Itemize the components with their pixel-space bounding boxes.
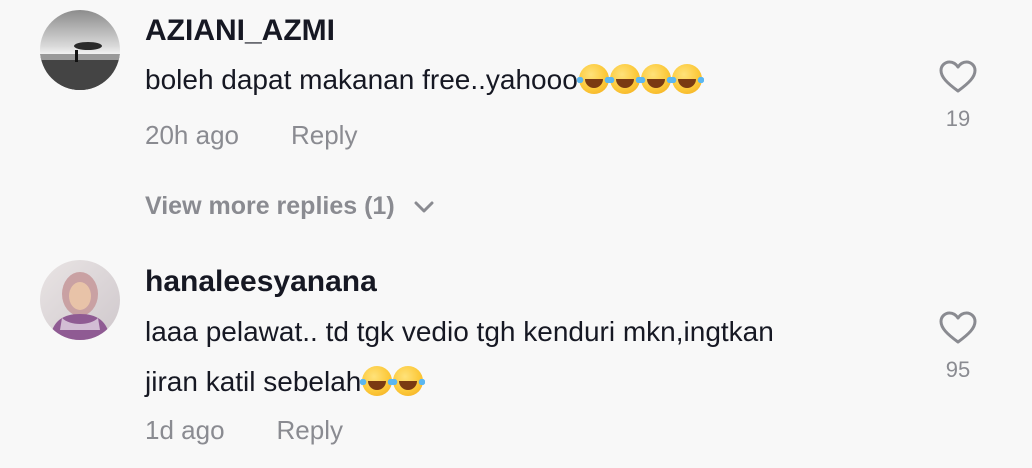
heart-outline-icon[interactable] xyxy=(939,311,977,345)
comment-text-line: jiran katil sebelah xyxy=(145,357,905,407)
face-with-tears-of-joy-emoji-icon xyxy=(360,366,395,396)
reply-button[interactable]: Reply xyxy=(291,120,357,150)
avatar-person-photo-icon xyxy=(40,260,120,340)
comment-username[interactable]: hanaleesyanana xyxy=(145,265,377,299)
view-more-replies-label: View more replies (1) xyxy=(145,192,395,220)
comment-meta: 1d ago Reply xyxy=(145,415,343,446)
face-with-tears-of-joy-emoji-icon xyxy=(391,366,426,396)
comment-timestamp: 20h ago xyxy=(145,120,239,150)
comment-text: boleh dapat makanan free..yahooo xyxy=(145,55,905,105)
chevron-down-icon xyxy=(414,201,434,213)
face-with-tears-of-joy-emoji-icon xyxy=(669,64,704,94)
like-count: 19 xyxy=(945,106,971,131)
like-count: 95 xyxy=(945,357,971,382)
comment-text-line: laaa pelawat.. td tgk vedio tgh kenduri … xyxy=(145,316,774,347)
like-button[interactable]: 19 xyxy=(938,60,978,132)
comment-text: laaa pelawat.. td tgk vedio tgh kenduri … xyxy=(145,307,905,407)
comment-username[interactable]: AZIANI_AZMI xyxy=(145,14,335,48)
view-more-replies-button[interactable]: View more replies (1) xyxy=(145,192,434,221)
face-with-tears-of-joy-emoji-icon xyxy=(576,64,611,94)
avatar[interactable] xyxy=(40,10,120,90)
avatar-beach-photo-icon xyxy=(40,10,120,90)
comment-meta: 20h ago Reply xyxy=(145,120,357,151)
heart-outline-icon[interactable] xyxy=(939,60,977,94)
comment-text-body: boleh dapat makanan free..yahooo xyxy=(145,64,578,95)
avatar[interactable] xyxy=(40,260,120,340)
face-with-tears-of-joy-emoji-icon xyxy=(607,64,642,94)
face-with-tears-of-joy-emoji-icon xyxy=(638,64,673,94)
comment-text-body: jiran katil sebelah xyxy=(145,366,362,397)
like-button[interactable]: 95 xyxy=(938,311,978,383)
comment-timestamp: 1d ago xyxy=(145,415,225,445)
reply-button[interactable]: Reply xyxy=(277,415,343,445)
